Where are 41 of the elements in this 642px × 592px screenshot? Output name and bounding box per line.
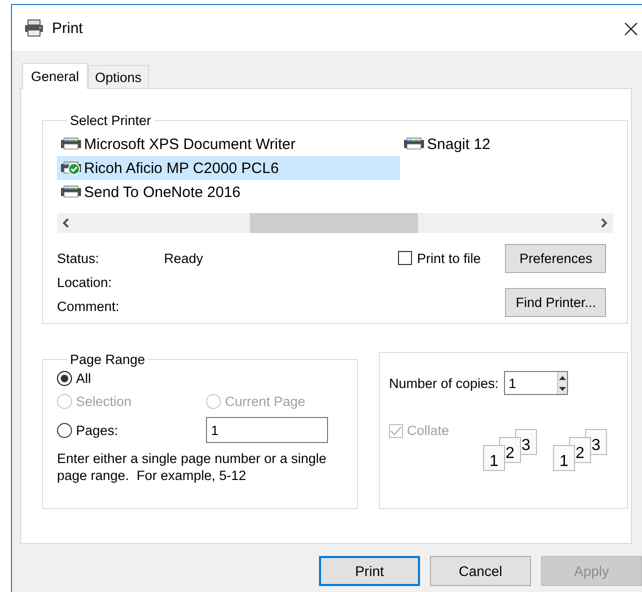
close-icon[interactable]	[624, 22, 638, 36]
collated-pages-drawing: 1 2 3	[483, 429, 541, 477]
printer-item[interactable]: Ricoh Aficio MP C2000 PCL6	[57, 156, 400, 180]
printer-item[interactable]: Microsoft XPS Document Writer	[57, 132, 400, 156]
radio-option[interactable]: All	[57, 371, 92, 386]
printer-icon	[24, 19, 44, 37]
pages-field[interactable]: 1	[206, 417, 328, 443]
radio-button[interactable]	[57, 422, 72, 438]
tab[interactable]: General	[22, 63, 88, 89]
checkbox[interactable]	[398, 251, 412, 265]
dialog-button[interactable]: Print	[319, 556, 420, 586]
radio-button[interactable]	[57, 371, 72, 386]
hint-text: Enter either a single page number or a single page range. For example, 5-12	[57, 450, 328, 484]
printer-item[interactable]: Snagit 12	[400, 132, 613, 156]
printer-item[interactable]: Send To OneNote 2016	[57, 180, 400, 204]
copies-spinner[interactable]: 1	[504, 371, 568, 395]
find-printer-button[interactable]: Find Printer...	[505, 288, 606, 316]
scrollbar-thumb[interactable]	[250, 213, 418, 233]
scroll-right-icon[interactable]	[601, 218, 608, 228]
dialog-button[interactable]: Cancel	[430, 556, 531, 586]
printer-icon	[60, 185, 82, 199]
preferences-button[interactable]: Preferences	[505, 244, 606, 272]
group-title: Page Range	[69, 352, 146, 367]
print-to-file-checkbox[interactable]: Print to file	[398, 250, 481, 266]
location-label: Location:	[57, 274, 113, 290]
printer-check-icon	[60, 161, 82, 175]
printer-icon	[403, 137, 425, 151]
group-title: Select Printer	[69, 113, 152, 128]
scroll-left-icon[interactable]	[62, 218, 69, 228]
printer-icon	[60, 137, 82, 151]
status-value: Ready	[164, 250, 204, 266]
copies-label: Number of copies:	[389, 376, 499, 390]
down-icon[interactable]	[558, 386, 566, 390]
collated-pages-drawing: 1 2 3	[553, 429, 611, 477]
window-title: Print	[52, 20, 83, 36]
horizontal-scrollbar[interactable]	[57, 213, 613, 233]
status-label: Status:	[57, 250, 100, 266]
comment-label: Comment:	[57, 298, 120, 314]
up-icon[interactable]	[558, 376, 566, 380]
tab[interactable]: Options	[88, 65, 149, 88]
radio-option[interactable]: Pages:	[57, 422, 118, 438]
